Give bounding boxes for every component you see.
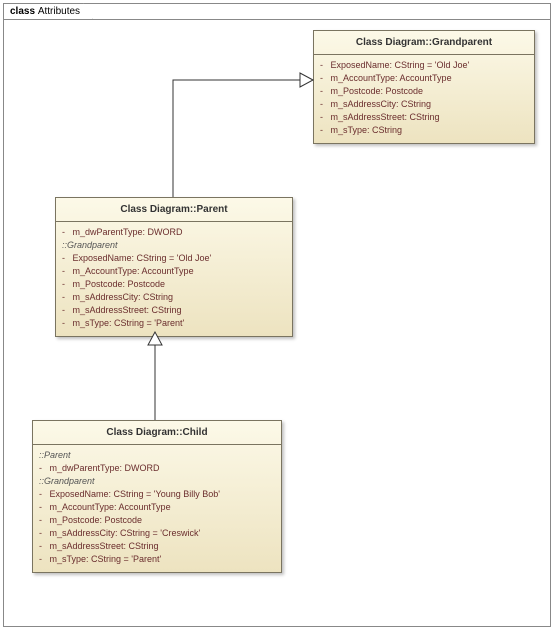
attribute-row: - m_sType: CString = 'Parent' xyxy=(62,317,286,330)
attribute-row: - m_AccountType: AccountType xyxy=(62,265,286,278)
attribute-row: - m_Postcode: Postcode xyxy=(39,514,275,527)
attribute-row: - ExposedName: CString = 'Old Joe' xyxy=(62,252,286,265)
frame-label-name: Attributes xyxy=(38,6,80,17)
attribute-row: - m_sAddressCity: CString xyxy=(62,291,286,304)
attribute-row: - m_sAddressCity: CString xyxy=(320,98,528,111)
class-grandparent[interactable]: Class Diagram::Grandparent - ExposedName… xyxy=(313,30,535,144)
class-child[interactable]: Class Diagram::Child ::Parent- m_dwParen… xyxy=(32,420,282,573)
class-attrs: - ExposedName: CString = 'Old Joe'- m_Ac… xyxy=(314,55,534,143)
attribute-row: - ExposedName: CString = 'Old Joe' xyxy=(320,59,528,72)
attribute-row: - m_sType: CString xyxy=(320,124,528,137)
class-title: Class Diagram::Grandparent xyxy=(314,31,534,55)
attribute-row: - m_AccountType: AccountType xyxy=(39,501,275,514)
attribute-section-label: ::Parent xyxy=(39,449,275,462)
attribute-row: - m_dwParentType: DWORD xyxy=(62,226,286,239)
attribute-row: - m_Postcode: Postcode xyxy=(62,278,286,291)
frame-label: class Attributes xyxy=(3,3,93,20)
class-title: Class Diagram::Parent xyxy=(56,198,292,222)
attribute-row: - m_sAddressStreet: CString xyxy=(320,111,528,124)
attribute-row: - m_AccountType: AccountType xyxy=(320,72,528,85)
class-attrs: ::Parent- m_dwParentType: DWORD::Grandpa… xyxy=(33,445,281,572)
class-title: Class Diagram::Child xyxy=(33,421,281,445)
class-attrs: - m_dwParentType: DWORD::Grandparent- Ex… xyxy=(56,222,292,336)
attribute-row: - ExposedName: CString = 'Young Billy Bo… xyxy=(39,488,275,501)
attribute-section-label: ::Grandparent xyxy=(62,239,286,252)
class-parent[interactable]: Class Diagram::Parent - m_dwParentType: … xyxy=(55,197,293,337)
frame-label-prefix: class xyxy=(10,6,38,17)
attribute-row: - m_dwParentType: DWORD xyxy=(39,462,275,475)
attribute-row: - m_sAddressStreet: CString xyxy=(62,304,286,317)
attribute-row: - m_sAddressCity: CString = 'Creswick' xyxy=(39,527,275,540)
attribute-row: - m_sType: CString = 'Parent' xyxy=(39,553,275,566)
attribute-row: - m_sAddressStreet: CString xyxy=(39,540,275,553)
attribute-row: - m_Postcode: Postcode xyxy=(320,85,528,98)
attribute-section-label: ::Grandparent xyxy=(39,475,275,488)
